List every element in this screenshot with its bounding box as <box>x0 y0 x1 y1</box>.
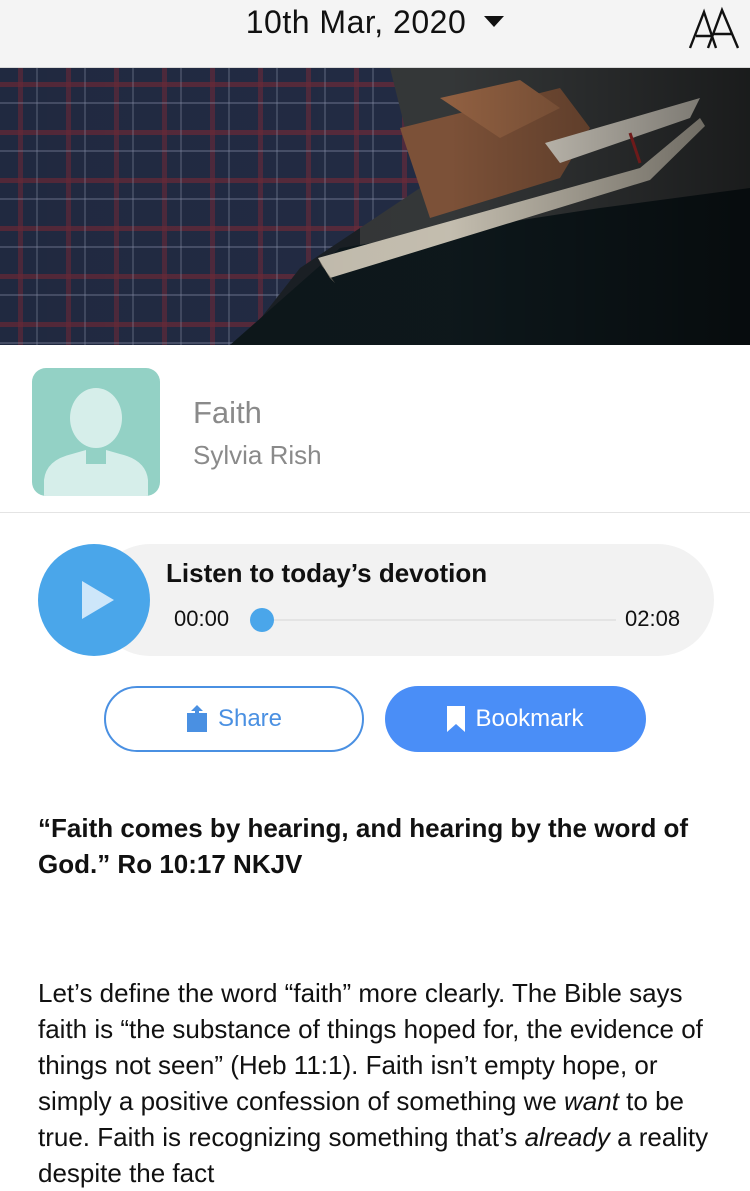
body-emphasis: want <box>564 1086 619 1116</box>
avatar <box>32 368 160 496</box>
hero-image <box>0 68 750 345</box>
body-emphasis: already <box>524 1122 610 1152</box>
scripture-verse: “Faith comes by hearing, and hearing by … <box>38 813 689 879</box>
share-button[interactable]: Share <box>104 686 364 752</box>
bookmark-label: Bookmark <box>475 705 584 732</box>
player-label: Listen to today’s devotion <box>166 558 488 588</box>
current-time: 00:00 <box>174 606 230 631</box>
text-size-icon <box>688 6 740 49</box>
share-label: Share <box>217 705 283 732</box>
share-icon <box>186 705 207 732</box>
devotion-body: Let’s define the word “faith” more clear… <box>38 975 718 1191</box>
author-row: Faith Sylvia Rish <box>0 345 750 513</box>
progress-track[interactable] <box>260 619 616 621</box>
devotion-author: Sylvia Rish <box>193 440 322 470</box>
bookmark-button[interactable]: Bookmark <box>385 686 646 752</box>
play-icon <box>82 581 114 619</box>
progress-knob[interactable] <box>250 608 274 632</box>
devotion-title: Faith <box>193 395 262 430</box>
text-size-button[interactable] <box>688 6 740 50</box>
date-label: 10th Mar, 2020 <box>245 4 467 40</box>
total-time: 02:08 <box>625 606 681 631</box>
play-button[interactable] <box>38 544 150 656</box>
audio-player: Listen to today’s devotion 00:00 02:08 <box>38 544 714 656</box>
person-silhouette-icon <box>44 388 148 496</box>
top-bar: 10th Mar, 2020 <box>0 0 750 68</box>
date-picker[interactable]: 10th Mar, 2020 <box>0 0 750 72</box>
bookmark-icon <box>447 706 466 732</box>
caret-down-icon <box>484 16 505 27</box>
